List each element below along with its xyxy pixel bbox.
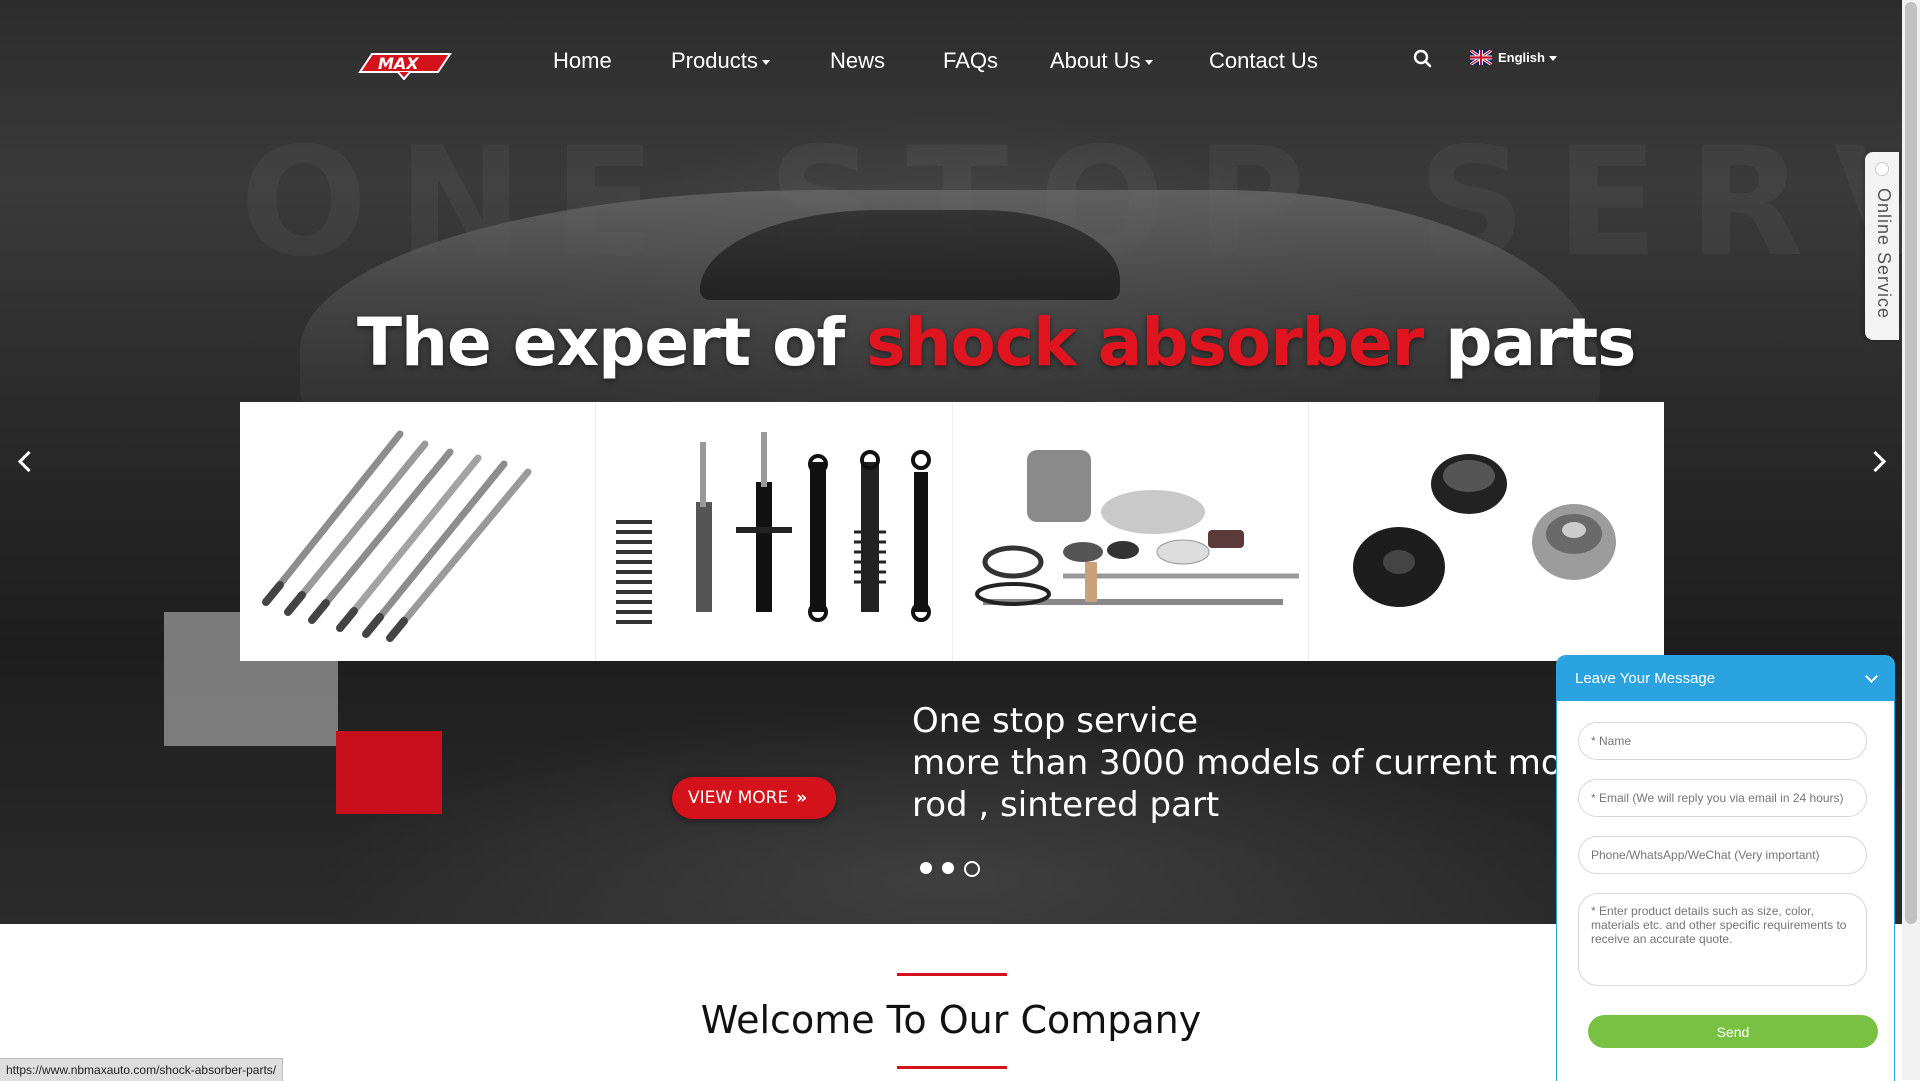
view-more-button[interactable]: VIEW MORE » bbox=[672, 777, 836, 819]
product-panel-shocks[interactable] bbox=[596, 402, 953, 661]
nav-faqs-label: FAQs bbox=[943, 48, 999, 73]
shock-absorbers-image bbox=[616, 432, 932, 624]
nav-products-label: Products bbox=[671, 48, 758, 73]
hero-subtext-line-1: One stop service bbox=[912, 701, 1199, 741]
caret-down-icon bbox=[1144, 59, 1153, 65]
language-label: English bbox=[1498, 50, 1545, 65]
caret-down-icon bbox=[761, 59, 770, 65]
minimize-chevron-icon[interactable] bbox=[1865, 670, 1878, 683]
nav-about-label: About Us bbox=[1050, 48, 1141, 73]
status-bar-url: https://www.nbmaxauto.com/shock-absorber… bbox=[0, 1058, 284, 1081]
nav-item-products[interactable]: Products bbox=[671, 44, 770, 78]
nav-links: Home Products News FAQs About Us Contact… bbox=[0, 44, 1400, 78]
leave-message-widget: Leave Your Message Send bbox=[1556, 655, 1895, 1081]
product-strip bbox=[240, 402, 1664, 661]
headline-part-2: parts bbox=[1423, 304, 1636, 381]
nav-home-label: Home bbox=[553, 48, 612, 73]
product-panel-sintered[interactable] bbox=[1308, 402, 1664, 661]
nav-item-faqs[interactable]: FAQs bbox=[943, 44, 998, 78]
chevron-left-icon bbox=[1875, 162, 1889, 176]
carousel-next-arrow[interactable] bbox=[1860, 440, 1896, 484]
nav-item-news[interactable]: News bbox=[830, 44, 885, 78]
email-input[interactable] bbox=[1578, 779, 1867, 817]
message-widget-header[interactable]: Leave Your Message bbox=[1557, 656, 1894, 701]
welcome-bottom-divider bbox=[897, 1066, 1007, 1069]
send-button[interactable]: Send bbox=[1588, 1015, 1878, 1048]
chevron-right-icon bbox=[1864, 450, 1887, 473]
page-scrollbar[interactable] bbox=[1902, 0, 1920, 1080]
search-icon bbox=[1413, 49, 1432, 68]
carousel-dot-1[interactable] bbox=[920, 862, 932, 874]
sintered-parts-image bbox=[1352, 454, 1616, 607]
headline-highlight: shock absorber bbox=[866, 304, 1424, 381]
carousel-prev-arrow[interactable] bbox=[8, 440, 44, 484]
scrollbar-thumb[interactable] bbox=[1905, 2, 1917, 924]
product-panel-components[interactable] bbox=[952, 402, 1309, 661]
language-selector[interactable]: English bbox=[1470, 48, 1557, 68]
carousel-dot-3[interactable] bbox=[964, 861, 980, 877]
headline-part-1: The expert of bbox=[357, 304, 867, 381]
search-button[interactable] bbox=[1412, 48, 1434, 70]
online-service-tab[interactable]: Online Service bbox=[1865, 152, 1899, 340]
hero-headline: The expert of shock absorber parts bbox=[357, 304, 1636, 381]
decor-red-block bbox=[336, 731, 442, 814]
product-details-textarea[interactable] bbox=[1578, 893, 1867, 986]
message-widget-title: Leave Your Message bbox=[1575, 670, 1716, 687]
product-panel-rods[interactable] bbox=[240, 402, 597, 661]
shock-components-image bbox=[974, 450, 1299, 606]
view-more-label: VIEW MORE bbox=[688, 788, 789, 808]
hero-subtext-line-2: more than 3000 models of current molds bbox=[912, 743, 1611, 783]
online-service-label: Online Service bbox=[1874, 188, 1894, 320]
nav-item-about-us[interactable]: About Us bbox=[1050, 44, 1153, 78]
chevron-left-icon bbox=[17, 450, 40, 473]
double-chevron-icon: » bbox=[796, 788, 808, 808]
name-input[interactable] bbox=[1578, 722, 1867, 760]
phone-input[interactable] bbox=[1578, 836, 1867, 874]
carousel-dot-2[interactable] bbox=[942, 862, 954, 874]
caret-down-icon bbox=[1548, 56, 1557, 62]
uk-flag-icon bbox=[1470, 50, 1492, 65]
top-navigation: MAX Home Products News FAQs About Us Con… bbox=[0, 0, 1902, 120]
nav-item-home[interactable]: Home bbox=[553, 44, 612, 78]
hero-subtext-line-3: rod , sintered part bbox=[912, 785, 1220, 825]
welcome-top-divider bbox=[897, 973, 1007, 976]
piston-rods-image bbox=[262, 430, 532, 642]
nav-contact-label: Contact Us bbox=[1209, 48, 1318, 73]
hero-subtext: One stop service more than 3000 models o… bbox=[912, 700, 1610, 826]
nav-item-contact-us[interactable]: Contact Us bbox=[1209, 44, 1318, 78]
nav-news-label: News bbox=[830, 48, 886, 73]
